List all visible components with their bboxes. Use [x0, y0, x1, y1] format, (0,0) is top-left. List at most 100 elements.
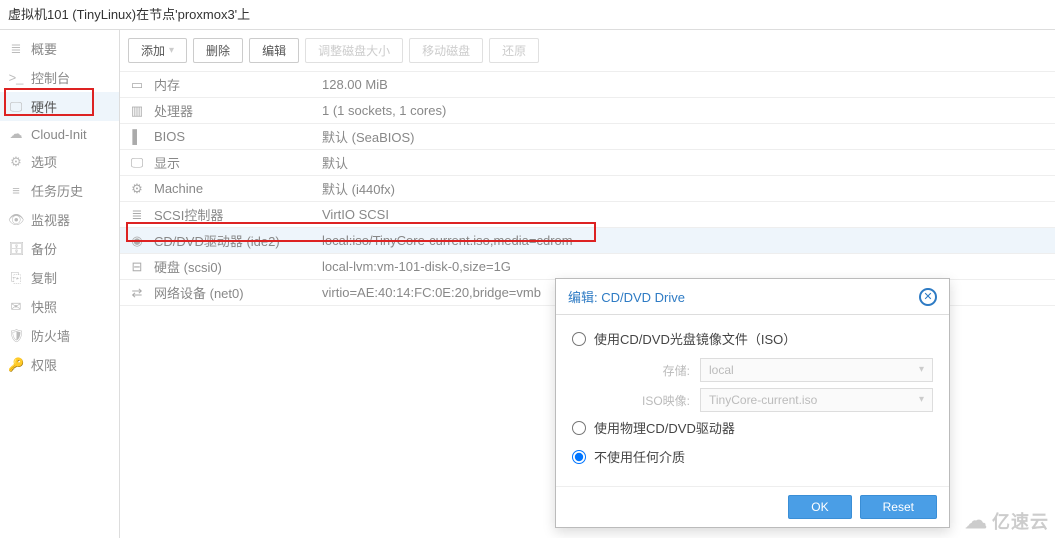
hw-row-cddvd[interactable]: ◉ CD/DVD驱动器 (ide2) local:iso/TinyCore-cu… [120, 228, 1055, 254]
chevron-down-icon: ▾ [169, 45, 174, 56]
hw-value: 默认 (SeaBIOS) [322, 127, 1047, 146]
sidebar-item-label: 选项 [31, 152, 57, 171]
remove-button[interactable]: 删除 [193, 38, 243, 63]
snapshot-icon: ✉ [8, 299, 24, 315]
hw-label: 处理器 [154, 101, 314, 120]
dialog-title: 编辑: CD/DVD Drive [568, 287, 685, 306]
display-icon: 🖵 [128, 155, 146, 171]
hw-label: 网络设备 (net0) [154, 283, 314, 302]
radio-use-none[interactable]: 不使用任何介质 [572, 447, 933, 466]
hw-row-scsi[interactable]: ≣ SCSI控制器 VirtIO SCSI [120, 202, 1055, 228]
sidebar-item-replication[interactable]: ⎘ 复制 [0, 263, 119, 292]
shield-icon: 🛡 [8, 328, 24, 344]
sidebar-item-summary[interactable]: ≣ 概要 [0, 34, 119, 63]
cpu-icon: ▥ [128, 103, 146, 119]
resize-disk-button: 调整磁盘大小 [305, 38, 403, 63]
move-disk-button: 移动磁盘 [409, 38, 483, 63]
sidebar-item-label: 权限 [31, 355, 57, 374]
hw-value: local-lvm:vm-101-disk-0,size=1G [322, 259, 1047, 274]
page-title: 虚拟机101 (TinyLinux)在节点'proxmox3'上 [8, 7, 250, 22]
hw-label: CD/DVD驱动器 (ide2) [154, 231, 314, 250]
ok-button[interactable]: OK [788, 495, 851, 519]
add-button[interactable]: 添加 ▾ [128, 38, 187, 63]
chevron-down-icon: ▾ [919, 359, 924, 381]
toolbar: 添加 ▾ 删除 编辑 调整磁盘大小 移动磁盘 还原 [120, 30, 1055, 72]
edit-cddvd-dialog: 编辑: CD/DVD Drive ✕ 使用CD/DVD光盘镜像文件（ISO） 存… [555, 278, 950, 528]
radio-input-none[interactable] [572, 450, 586, 464]
hw-label: Machine [154, 181, 314, 196]
radio-input-iso[interactable] [572, 332, 586, 346]
sidebar-item-cloudinit[interactable]: ☁ Cloud-Init [0, 121, 119, 147]
sidebar-item-label: 概要 [31, 39, 57, 58]
sidebar-item-hardware[interactable]: 🖵 硬件 [0, 92, 119, 121]
hw-value: VirtIO SCSI [322, 207, 1047, 222]
history-icon: ≡ [8, 183, 24, 198]
storage-label: 存储: [618, 362, 690, 379]
network-icon: ⇄ [128, 285, 146, 301]
window-title-bar: 虚拟机101 (TinyLinux)在节点'proxmox3'上 [0, 0, 1055, 30]
sidebar-item-label: 备份 [31, 239, 57, 258]
hw-row-cpu[interactable]: ▥ 处理器 1 (1 sockets, 1 cores) [120, 98, 1055, 124]
terminal-icon: >_ [8, 70, 24, 85]
sidebar: ≣ 概要 >_ 控制台 🖵 硬件 ☁ Cloud-Init ⚙ 选项 ≡ 任务历… [0, 30, 120, 538]
monitor-icon: 🖵 [8, 99, 24, 115]
archive-icon: 🗄 [8, 241, 24, 257]
hw-label: 内存 [154, 75, 314, 94]
hw-row-machine[interactable]: ⚙ Machine 默认 (i440fx) [120, 176, 1055, 202]
hw-value: 默认 (i440fx) [322, 179, 1047, 198]
revert-button: 还原 [489, 38, 539, 63]
sidebar-item-backup[interactable]: 🗄 备份 [0, 234, 119, 263]
hw-row-memory[interactable]: ▭ 内存 128.00 MiB [120, 72, 1055, 98]
hdd-icon: ⊟ [128, 259, 146, 275]
machine-icon: ⚙ [128, 181, 146, 197]
sidebar-item-label: 复制 [31, 268, 57, 287]
reset-button[interactable]: Reset [860, 495, 937, 519]
hw-label: SCSI控制器 [154, 205, 314, 224]
sidebar-item-snapshot[interactable]: ✉ 快照 [0, 292, 119, 321]
radio-label: 不使用任何介质 [594, 447, 685, 466]
gear-icon: ⚙ [8, 154, 24, 170]
iso-label: ISO映像: [618, 392, 690, 409]
hw-row-harddisk[interactable]: ⊟ 硬盘 (scsi0) local-lvm:vm-101-disk-0,siz… [120, 254, 1055, 280]
storage-select: local ▾ [700, 358, 933, 382]
hw-value: 默认 [322, 153, 1047, 172]
list-icon: ≣ [8, 41, 24, 57]
memory-icon: ▭ [128, 77, 146, 93]
copy-icon: ⎘ [8, 270, 24, 286]
radio-label: 使用CD/DVD光盘镜像文件（ISO） [594, 329, 796, 348]
sidebar-item-taskhistory[interactable]: ≡ 任务历史 [0, 176, 119, 205]
sidebar-item-label: 任务历史 [31, 181, 83, 200]
chevron-down-icon: ▾ [919, 389, 924, 411]
sidebar-item-console[interactable]: >_ 控制台 [0, 63, 119, 92]
sidebar-item-firewall[interactable]: 🛡 防火墙 [0, 321, 119, 350]
sidebar-item-options[interactable]: ⚙ 选项 [0, 147, 119, 176]
eye-icon: 👁 [8, 212, 24, 228]
sidebar-item-label: 快照 [31, 297, 57, 316]
hw-label: 显示 [154, 153, 314, 172]
radio-use-iso[interactable]: 使用CD/DVD光盘镜像文件（ISO） [572, 329, 933, 348]
sidebar-item-label: 监视器 [31, 210, 70, 229]
bios-icon: ▌ [128, 129, 146, 144]
hw-value: 128.00 MiB [322, 77, 1047, 92]
sidebar-item-label: 防火墙 [31, 326, 70, 345]
cloud-icon: ☁ [8, 126, 24, 142]
sidebar-item-permissions[interactable]: 🔑 权限 [0, 350, 119, 379]
watermark: ☁ 亿速云 [965, 508, 1049, 534]
iso-select: TinyCore-current.iso ▾ [700, 388, 933, 412]
edit-button[interactable]: 编辑 [249, 38, 299, 63]
close-icon[interactable]: ✕ [919, 288, 937, 306]
radio-label: 使用物理CD/DVD驱动器 [594, 418, 735, 437]
sidebar-item-label: 硬件 [31, 97, 57, 116]
sidebar-item-label: 控制台 [31, 68, 70, 87]
radio-input-physical[interactable] [572, 421, 586, 435]
hw-label: 硬盘 (scsi0) [154, 257, 314, 276]
hw-row-bios[interactable]: ▌ BIOS 默认 (SeaBIOS) [120, 124, 1055, 150]
hw-value: 1 (1 sockets, 1 cores) [322, 103, 1047, 118]
scsi-icon: ≣ [128, 207, 146, 223]
disc-icon: ◉ [128, 233, 146, 249]
hw-label: BIOS [154, 129, 314, 144]
sidebar-item-monitor[interactable]: 👁 监视器 [0, 205, 119, 234]
hw-row-display[interactable]: 🖵 显示 默认 [120, 150, 1055, 176]
radio-use-physical[interactable]: 使用物理CD/DVD驱动器 [572, 418, 933, 437]
hw-value: local:iso/TinyCore-current.iso,media=cdr… [322, 233, 1047, 248]
